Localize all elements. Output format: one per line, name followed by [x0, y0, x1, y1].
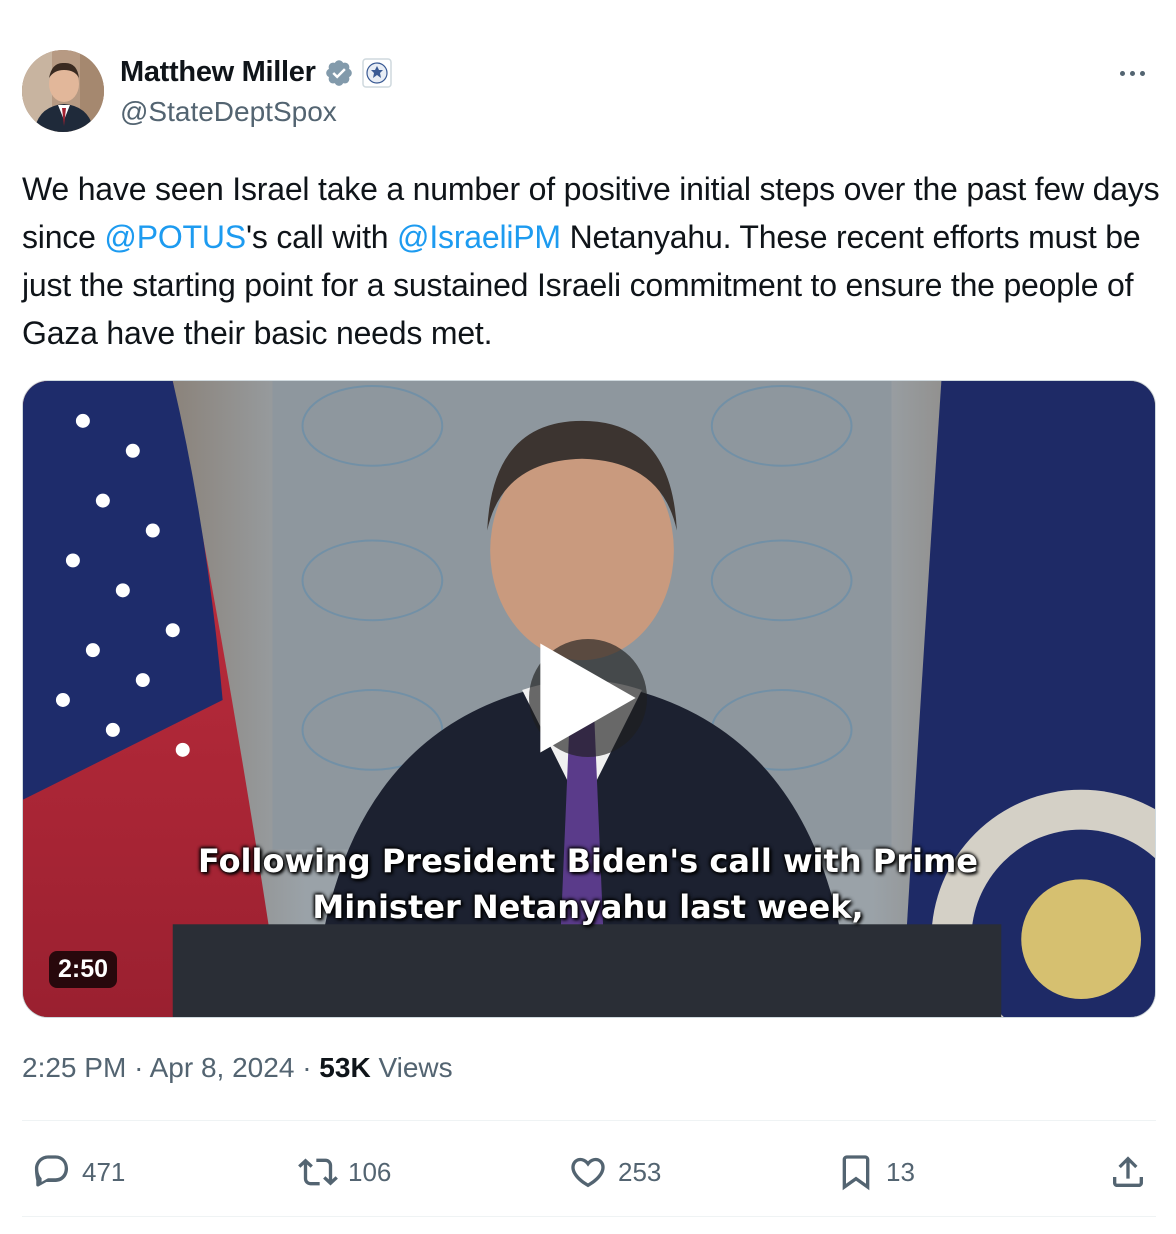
tweet-text: We have seen Israel take a number of pos… [22, 165, 1162, 357]
more-dot-icon [1139, 70, 1145, 76]
more-dot-icon [1119, 70, 1125, 76]
views-count[interactable]: 53K [319, 1052, 370, 1083]
video-caption: Following President Biden's call with Pr… [0, 838, 1176, 930]
reply-button[interactable]: 471 [32, 1140, 125, 1204]
tweet-meta: 2:25 PM · Apr 8, 2024 · 53K Views [22, 1052, 453, 1084]
play-button[interactable] [529, 639, 647, 757]
tweet-date-link[interactable]: Apr 8, 2024 [150, 1052, 295, 1083]
play-icon [540, 643, 636, 753]
reply-icon [34, 1155, 69, 1187]
repost-icon [298, 1158, 338, 1186]
like-count: 253 [618, 1156, 662, 1187]
display-name[interactable]: Matthew Miller [120, 56, 316, 89]
government-seal-icon[interactable] [361, 57, 392, 88]
repost-count: 106 [348, 1156, 392, 1187]
bookmark-button[interactable]: 13 [836, 1140, 915, 1204]
avatar-image [22, 50, 104, 132]
caption-line: Minister Netanyahu last week, [312, 888, 864, 926]
handle[interactable]: @StateDeptSpox [120, 96, 337, 128]
meta-separator: · [302, 1052, 312, 1083]
more-dot-icon [1129, 70, 1135, 76]
video-duration: 2:50 [49, 951, 118, 988]
like-button[interactable]: 253 [568, 1140, 661, 1204]
share-icon [1113, 1156, 1143, 1187]
heart-icon [571, 1157, 605, 1188]
reply-count: 471 [82, 1156, 126, 1187]
bookmark-count: 13 [886, 1156, 915, 1187]
tweet-header: Matthew Miller @StateDeptSpox [22, 50, 1156, 134]
divider [22, 1216, 1156, 1217]
divider [22, 1120, 1156, 1121]
tweet-time-link[interactable]: 2:25 PM [22, 1052, 126, 1083]
action-bar: 471 106 253 13 [22, 1140, 1156, 1204]
meta-separator: · [134, 1052, 144, 1083]
mention-potus-link[interactable]: @POTUS [104, 219, 246, 255]
views-label: Views [378, 1052, 453, 1083]
mention-israelipm-link[interactable]: @IsraeliPM [397, 219, 561, 255]
caption-line: Following President Biden's call with Pr… [198, 842, 978, 880]
tweet-text-part: 's call with [245, 219, 398, 255]
more-options-button[interactable] [1112, 58, 1152, 88]
verified-badge-icon[interactable] [324, 58, 354, 88]
share-button[interactable] [1108, 1140, 1148, 1204]
bookmark-icon [842, 1155, 870, 1191]
avatar[interactable] [22, 50, 104, 132]
repost-button[interactable]: 106 [298, 1140, 391, 1204]
